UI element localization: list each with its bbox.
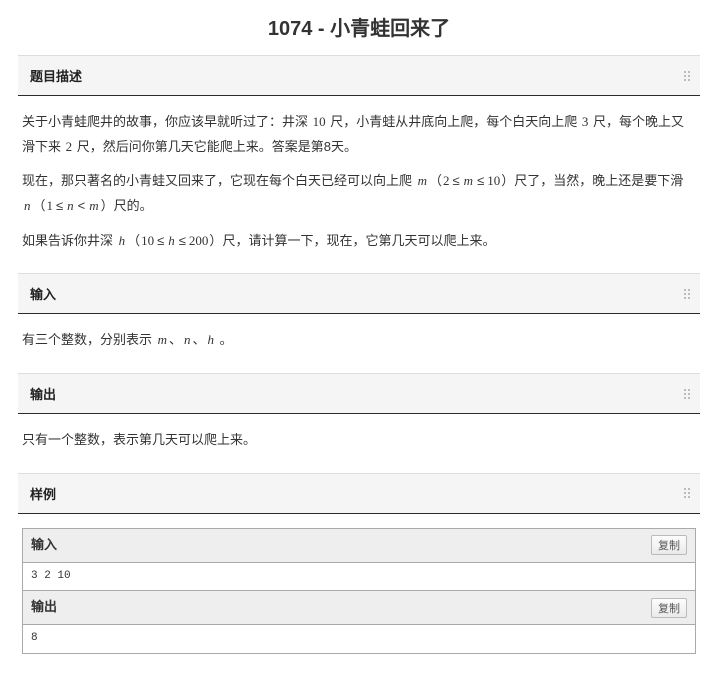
- sample-output-header: 输出 复制: [23, 591, 695, 625]
- desc-paragraph: 如果告诉你井深 h（10≤h≤200）尺，请计算一下，现在，它第几天可以爬上来。: [22, 229, 696, 254]
- drag-handle-icon[interactable]: [684, 488, 690, 498]
- section-body-sample: 输入 复制 3 2 10 输出 复制 8: [18, 514, 700, 674]
- sample-input-header: 输入 复制: [23, 529, 695, 563]
- section-header-label: 输入: [30, 287, 56, 302]
- sample-input-label: 输入: [31, 533, 57, 558]
- problem-container: 题目描述 关于小青蛙爬井的故事，你应该早就听过了：井深 10 尺，小青蛙从井底向…: [0, 55, 718, 692]
- math-var: n: [22, 198, 33, 213]
- sample-output-label: 输出: [31, 595, 57, 620]
- desc-paragraph: 关于小青蛙爬井的故事，你应该早就听过了：井深 10 尺，小青蛙从井底向上爬，每个…: [22, 110, 696, 159]
- section-header-label: 输出: [30, 387, 56, 402]
- drag-handle-icon[interactable]: [684, 289, 690, 299]
- math-var: h: [117, 233, 128, 248]
- section-header-output: 输出: [18, 373, 700, 414]
- section-header-sample: 样例: [18, 473, 700, 514]
- desc-paragraph: 现在，那只著名的小青蛙又回来了，它现在每个白天已经可以向上爬 m（2≤m≤10）…: [22, 169, 696, 218]
- output-paragraph: 只有一个整数，表示第几天可以爬上来。: [22, 428, 696, 453]
- section-body-input: 有三个整数，分别表示 m、n、h 。: [18, 314, 700, 373]
- section-body-output: 只有一个整数，表示第几天可以爬上来。: [18, 414, 700, 473]
- page-title: 1074 - 小青蛙回来了: [0, 0, 718, 55]
- section-header-label: 样例: [30, 487, 56, 502]
- copy-output-button[interactable]: 复制: [651, 598, 687, 618]
- drag-handle-icon[interactable]: [684, 71, 690, 81]
- sample-input-value: 3 2 10: [23, 563, 695, 592]
- drag-handle-icon[interactable]: [684, 389, 690, 399]
- section-body-description: 关于小青蛙爬井的故事，你应该早就听过了：井深 10 尺，小青蛙从井底向上爬，每个…: [18, 96, 700, 273]
- sample-box: 输入 复制 3 2 10 输出 复制 8: [22, 528, 696, 654]
- math-var: m: [416, 173, 429, 188]
- section-header-description: 题目描述: [18, 55, 700, 96]
- copy-input-button[interactable]: 复制: [651, 535, 687, 555]
- input-paragraph: 有三个整数，分别表示 m、n、h 。: [22, 328, 696, 353]
- sample-output-value: 8: [23, 625, 695, 653]
- section-header-input: 输入: [18, 273, 700, 314]
- section-header-label: 题目描述: [30, 69, 82, 84]
